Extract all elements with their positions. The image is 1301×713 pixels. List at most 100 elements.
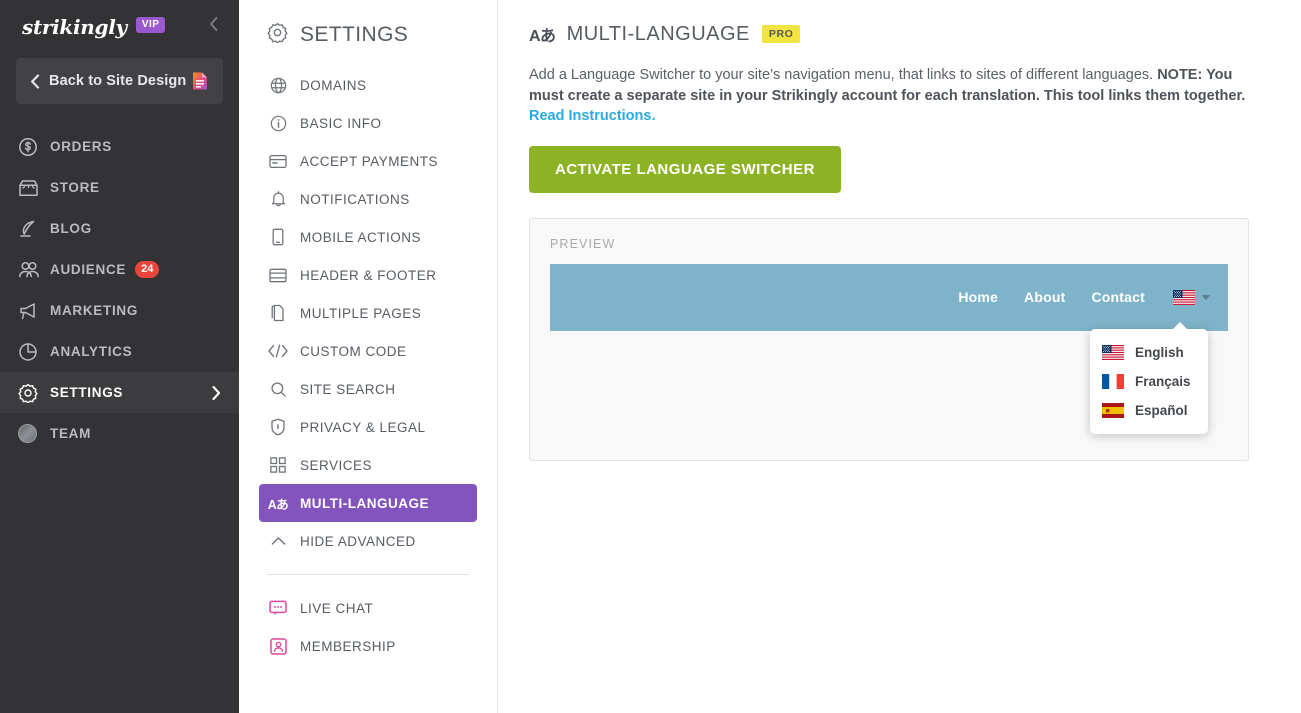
settings-item-label: HEADER & FOOTER [300, 268, 437, 283]
settings-item-label: MEMBERSHIP [300, 639, 396, 654]
pages-icon [267, 304, 289, 322]
back-button-label: Back to Site Design [49, 73, 191, 89]
sidebar-item-marketing[interactable]: MARKETING [0, 290, 239, 331]
language-option-francais[interactable]: Français [1090, 367, 1208, 396]
shield-icon [267, 418, 289, 436]
quill-icon [18, 219, 42, 239]
gear-icon [267, 22, 288, 48]
preview-nav-link-home[interactable]: Home [958, 289, 998, 305]
settings-item-label: MULTI-LANGUAGE [300, 496, 429, 511]
back-to-site-design-button[interactable]: Back to Site Design [16, 58, 223, 104]
app-root: strikingly VIP Back to Site Design [0, 0, 1301, 713]
settings-item-label: DOMAINS [300, 78, 367, 93]
chevron-right-icon [212, 386, 221, 400]
settings-menu-divider [267, 574, 469, 575]
page-title-row: Aあ MULTI-LANGUAGE PRO [529, 22, 1273, 46]
gear-icon [18, 383, 42, 403]
settings-item-label: BASIC INFO [300, 116, 382, 131]
language-switcher-trigger[interactable] [1173, 288, 1210, 306]
sidebar-item-label: BLOG [50, 221, 92, 236]
chevron-left-icon [30, 74, 40, 89]
settings-item-label: ACCEPT PAYMENTS [300, 154, 438, 169]
sidebar-item-label: ORDERS [50, 139, 112, 154]
es-flag-icon [1102, 403, 1124, 418]
settings-item-services[interactable]: SERVICES [259, 446, 477, 484]
mobile-icon [267, 228, 289, 246]
sidebar-item-audience[interactable]: AUDIENCE 24 [0, 249, 239, 290]
chevron-up-icon [267, 536, 289, 546]
us-flag-icon [1173, 290, 1195, 305]
a-hiragana-icon: Aあ [529, 22, 556, 46]
search-icon [267, 381, 289, 398]
settings-item-label: PRIVACY & LEGAL [300, 420, 426, 435]
page-title: MULTI-LANGUAGE [567, 23, 750, 46]
sidebar-item-label: TEAM [50, 426, 91, 441]
us-flag-icon [1102, 345, 1124, 360]
sidebar-item-blog[interactable]: BLOG [0, 208, 239, 249]
settings-item-label: MOBILE ACTIONS [300, 230, 421, 245]
activate-language-switcher-button[interactable]: ACTIVATE LANGUAGE SWITCHER [529, 146, 841, 193]
settings-item-privacy-legal[interactable]: PRIVACY & LEGAL [259, 408, 477, 446]
language-option-label: Español [1135, 403, 1188, 418]
settings-item-multiple-pages[interactable]: MULTIPLE PAGES [259, 294, 477, 332]
language-option-espanol[interactable]: Español [1090, 396, 1208, 425]
document-icon [191, 71, 209, 91]
main-content: Aあ MULTI-LANGUAGE PRO Add a Language Swi… [498, 0, 1301, 713]
brand-row: strikingly VIP [0, 0, 239, 40]
preview-nav-link-contact[interactable]: Contact [1091, 289, 1145, 305]
caret-down-icon [1202, 288, 1210, 306]
settings-item-label: SERVICES [300, 458, 372, 473]
settings-item-basic-info[interactable]: BASIC INFO [259, 104, 477, 142]
grid-icon [267, 457, 289, 473]
preview-nav-bar: Home About Contact [550, 264, 1228, 331]
fr-flag-icon [1102, 374, 1124, 389]
settings-item-accept-payments[interactable]: ACCEPT PAYMENTS [259, 142, 477, 180]
chat-bubble-icon [267, 600, 289, 616]
settings-item-multi-language[interactable]: Aあ MULTI-LANGUAGE [259, 484, 477, 522]
settings-item-custom-code[interactable]: CUSTOM CODE [259, 332, 477, 370]
read-instructions-link[interactable]: Read Instructions. [529, 108, 656, 124]
settings-item-header-footer[interactable]: HEADER & FOOTER [259, 256, 477, 294]
a-hiragana-icon: Aあ [267, 494, 289, 513]
settings-item-site-search[interactable]: SITE SEARCH [259, 370, 477, 408]
settings-panel-title: SETTINGS [239, 22, 497, 48]
megaphone-icon [18, 301, 42, 321]
settings-item-notifications[interactable]: NOTIFICATIONS [259, 180, 477, 218]
settings-item-live-chat[interactable]: LIVE CHAT [259, 589, 477, 627]
language-option-english[interactable]: English [1090, 338, 1208, 367]
settings-item-label: LIVE CHAT [300, 601, 373, 616]
language-option-label: Français [1135, 374, 1191, 389]
sidebar-item-label: ANALYTICS [50, 344, 132, 359]
settings-item-membership[interactable]: MEMBERSHIP [259, 627, 477, 665]
description-line-1: Add a Language Switcher to your site’s n… [529, 67, 1153, 83]
preview-nav-link-about[interactable]: About [1024, 289, 1065, 305]
store-icon [18, 179, 42, 197]
sidebar-item-team[interactable]: TEAM [0, 413, 239, 454]
vip-badge: VIP [136, 17, 166, 33]
bell-icon [267, 190, 289, 208]
pro-badge: PRO [762, 25, 801, 43]
settings-hide-advanced-toggle[interactable]: HIDE ADVANCED [259, 522, 477, 560]
sidebar-item-analytics[interactable]: ANALYTICS [0, 331, 239, 372]
people-icon [18, 260, 42, 279]
settings-item-label: MULTIPLE PAGES [300, 306, 421, 321]
code-icon [267, 344, 289, 358]
settings-item-label: CUSTOM CODE [300, 344, 407, 359]
settings-item-mobile-actions[interactable]: MOBILE ACTIONS [259, 218, 477, 256]
sidebar-item-label: AUDIENCE [50, 262, 126, 277]
settings-item-label: NOTIFICATIONS [300, 192, 410, 207]
avatar-icon [18, 424, 42, 443]
sidebar-item-orders[interactable]: ORDERS [0, 126, 239, 167]
preview-panel: PREVIEW Home About Contact [529, 218, 1249, 461]
sidebar-collapse-button[interactable] [203, 12, 223, 36]
settings-item-domains[interactable]: DOMAINS [259, 66, 477, 104]
main-sidebar: strikingly VIP Back to Site Design [0, 0, 239, 713]
layout-icon [267, 268, 289, 283]
globe-icon [267, 77, 289, 94]
sidebar-item-store[interactable]: STORE [0, 167, 239, 208]
settings-item-label: SITE SEARCH [300, 382, 396, 397]
settings-title-label: SETTINGS [300, 23, 408, 47]
sidebar-item-settings[interactable]: SETTINGS [0, 372, 239, 413]
main-navigation: ORDERS STORE [0, 126, 239, 454]
page-description: Add a Language Switcher to your site’s n… [529, 65, 1249, 127]
